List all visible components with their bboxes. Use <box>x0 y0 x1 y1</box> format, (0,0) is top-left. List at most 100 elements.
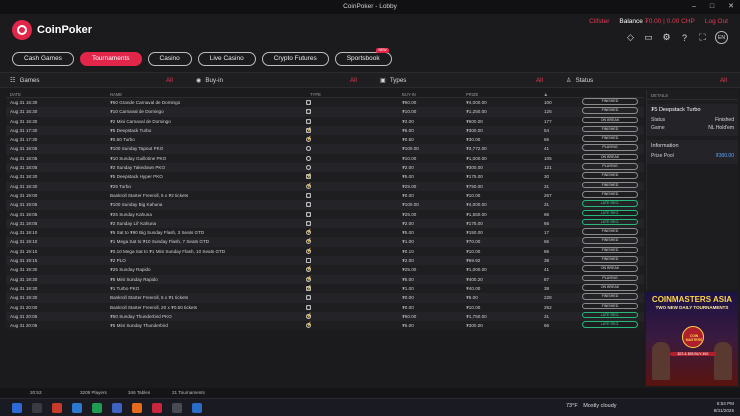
browser-icon[interactable] <box>132 403 142 413</box>
row-status-badge[interactable]: LATE REG. <box>582 209 638 217</box>
table-row[interactable]: Aug 31 19:10 ₮0.10 Mega Sat to ₮1 Mini Su… <box>6 246 644 257</box>
row-status-badge[interactable]: FINISHED <box>582 172 638 179</box>
word-icon[interactable] <box>72 403 82 413</box>
fullscreen-icon[interactable]: ⛶ <box>697 32 708 43</box>
excel-icon[interactable] <box>92 403 102 413</box>
tab-crypto-futures[interactable]: Crypto Futures <box>261 52 329 66</box>
diamond-icon[interactable]: ◇ <box>625 32 636 43</box>
buyin-filter[interactable]: ◉ Buy-in <box>196 73 223 89</box>
tab-tournaments[interactable]: Tournaments <box>79 52 142 66</box>
row-status-badge[interactable]: LATE REG. <box>582 311 638 319</box>
table-row[interactable]: Aug 31 18:05 ₮2 Sunday Takedown PKO ₮2.00 ₮… <box>6 163 644 173</box>
row-status-badge[interactable]: PLAYING <box>582 163 638 170</box>
minimize-button[interactable]: – <box>692 0 696 14</box>
table-row[interactable]: Aug 31 19:05 ₮2 Sunday Lil' Kahuna ₮2.00 ₮1… <box>6 218 644 229</box>
row-status-badge[interactable]: FINISHED <box>582 125 638 133</box>
row-status-badge[interactable]: FINISHED <box>582 256 638 263</box>
row-status-badge[interactable]: FINISHED <box>582 302 638 310</box>
table-row[interactable]: Aug 31 17:30 ₮5 Deepstack Turbo ₮5.00 ₮300.… <box>6 125 644 136</box>
settings-icon[interactable]: ⚙ <box>661 32 672 43</box>
table-row[interactable]: Aug 31 19:30 ₮1 Turbo PKO ₮1.00 ₮40.00 38 ⚡ ON… <box>6 283 644 294</box>
col-prize[interactable]: PRIZE <box>466 92 478 97</box>
table-row[interactable]: Aug 31 16:30 ₮10 Carnaval de Domingo ₮10.0… <box>6 107 644 117</box>
table-row[interactable]: Aug 31 19:05 ₮100 Sunday Big Kahuna ₮100.0… <box>6 200 644 210</box>
app-icon[interactable] <box>52 403 62 413</box>
tab-sportsbook[interactable]: Sportsbook NEW <box>334 48 392 66</box>
start-icon[interactable] <box>12 403 22 413</box>
table-row[interactable]: Aug 31 19:00 Bankroll Starter Freeroll, 5… <box>6 190 644 201</box>
search-icon[interactable] <box>32 403 42 413</box>
row-status-badge[interactable]: FINISHED <box>582 237 638 245</box>
wallet-icon[interactable]: ▭ <box>643 32 654 43</box>
col-date[interactable]: DATE <box>10 92 21 97</box>
language-selector[interactable]: EN <box>715 31 728 44</box>
tab-casino[interactable]: Casino <box>147 52 192 66</box>
col-type[interactable]: TYPE <box>310 92 321 97</box>
games-filter[interactable]: ☷ Games <box>10 73 40 89</box>
tab-cash-games[interactable]: Cash Games <box>12 52 74 66</box>
type-circle-icon <box>306 248 311 254</box>
row-status-badge[interactable]: FINISHED <box>582 228 638 235</box>
games-filter-value[interactable]: All <box>166 73 173 89</box>
table-row[interactable]: Aug 31 19:10 ₮1 Mega Sat to ₮10 Sunday Fl… <box>6 237 644 247</box>
table-row[interactable]: Aug 31 19:05 ₮25 Sunday Kahuna ₮25.00 ₮1,55… <box>6 209 644 219</box>
row-name: Bankroll Starter Freeroll, 20 x ₮0.50 ti… <box>110 304 198 310</box>
system-clock[interactable]: 8:53 PM 8/31/2025 <box>714 401 734 414</box>
row-status-badge[interactable]: LATE REG. <box>582 218 638 226</box>
row-status-badge[interactable]: PLAYING <box>582 144 638 152</box>
row-status-badge[interactable]: ON BREAK <box>582 283 638 291</box>
row-status-badge[interactable]: ON BREAK <box>582 265 638 272</box>
table-row[interactable]: Aug 31 16:30 ₮50 Grande Carnaval de Domin… <box>6 98 644 108</box>
row-prize: ₮30.00 <box>466 137 481 143</box>
username[interactable]: Clifster <box>589 18 609 25</box>
row-status-badge[interactable]: LATE REG. <box>582 200 638 207</box>
types-filter-value[interactable]: All <box>536 73 543 89</box>
row-prize: ₮69.92 <box>466 258 481 264</box>
row-status-badge[interactable]: FINISHED <box>582 246 638 254</box>
row-status-badge[interactable]: FINISHED <box>582 98 638 105</box>
weather-widget[interactable]: 73°F Mostly cloudy <box>566 403 617 409</box>
table-row[interactable]: Aug 31 19:30 ₮5 Mini Sunday Rapido ₮5.00 ₮4… <box>6 274 644 284</box>
row-status-badge[interactable]: FINISHED <box>582 181 638 189</box>
folder-icon[interactable] <box>112 403 122 413</box>
tab-live-casino[interactable]: Live Casino <box>197 52 256 66</box>
app-icon-2[interactable] <box>172 403 182 413</box>
col-players-icon[interactable]: ♟ <box>544 92 548 97</box>
row-status-badge[interactable]: FINISHED <box>582 135 638 142</box>
types-filter[interactable]: ▣ Types <box>380 73 406 89</box>
row-date: Aug 31 19:30 <box>10 285 38 291</box>
table-row[interactable]: Aug 31 18:05 ₮10 Sunday Guillotine PKO ₮10… <box>6 153 644 164</box>
table-row[interactable]: Aug 31 19:30 ₮25 Sunday Rapido ₮25.00 ₮1,00… <box>6 265 644 275</box>
row-status-badge[interactable]: LATE REG. <box>582 321 638 328</box>
table-row[interactable]: Aug 31 20:05 ₮50 Sunday Thunderbird PKO ₮5… <box>6 311 644 322</box>
table-row[interactable]: Aug 31 19:10 ₮5 Sat to ₮90 Big Sunday Fla… <box>6 228 644 238</box>
app-icon-3[interactable] <box>192 403 202 413</box>
table-row[interactable]: Aug 31 16:30 ₮2 Mini Carnaval de Domingo ₮… <box>6 116 644 126</box>
maximize-button[interactable]: □ <box>710 0 714 14</box>
col-name[interactable]: NAME <box>110 92 122 97</box>
table-row[interactable]: Aug 31 19:15 ₮2 PLO ₮2.00 ₮69.92 38 FINISHED <box>6 256 644 266</box>
table-row[interactable]: Aug 31 19:30 Bankroll Starter Freeroll, 5… <box>6 293 644 303</box>
promo-banner[interactable]: COINMASTERS ASIA TWO NEW DAILY TOURNAMEN… <box>646 292 738 386</box>
coinpoker-taskbar-icon[interactable] <box>152 403 162 413</box>
table-row[interactable]: Aug 31 20:00 Bankroll Starter Freeroll, 2… <box>6 302 644 312</box>
row-status-badge[interactable]: FINISHED <box>582 107 638 114</box>
status-filter-value[interactable]: All <box>720 73 727 89</box>
row-status-badge[interactable]: FINISHED <box>582 190 638 198</box>
help-icon[interactable]: ? <box>679 32 690 43</box>
brand-logo[interactable]: CoinPoker <box>12 20 92 40</box>
table-row[interactable]: Aug 31 18:30 ₮25 Turbo ₮25.00 ₮750.00 31 ⚡ FIN… <box>6 181 644 191</box>
logout-link[interactable]: Log Out <box>705 18 728 25</box>
row-status-badge[interactable]: FINISHED <box>582 293 638 300</box>
table-row[interactable]: Aug 31 20:05 ₮5 Mini Sunday Thunderbird ₮5… <box>6 321 644 331</box>
table-row[interactable]: Aug 31 18:05 ₮100 Sunday Tapout PKO ₮100.0… <box>6 144 644 154</box>
row-status-badge[interactable]: PLAYING <box>582 274 638 282</box>
status-filter[interactable]: ♙ Status <box>566 73 593 89</box>
col-buyin[interactable]: BUY-IN <box>402 92 416 97</box>
row-status-badge[interactable]: ON BREAK <box>582 153 638 161</box>
table-row[interactable]: Aug 31 17:30 ₮0.50 Turbo ₮0.50 ₮30.00 65 ⚡ FIN… <box>6 135 644 145</box>
row-status-badge[interactable]: ON BREAK <box>582 116 638 124</box>
buyin-filter-value[interactable]: All <box>350 73 357 89</box>
table-row[interactable]: Aug 31 18:30 ₮5 Deepstack Hyper PKO ₮5.00 ₮… <box>6 172 644 182</box>
close-button[interactable]: ✕ <box>728 0 734 14</box>
